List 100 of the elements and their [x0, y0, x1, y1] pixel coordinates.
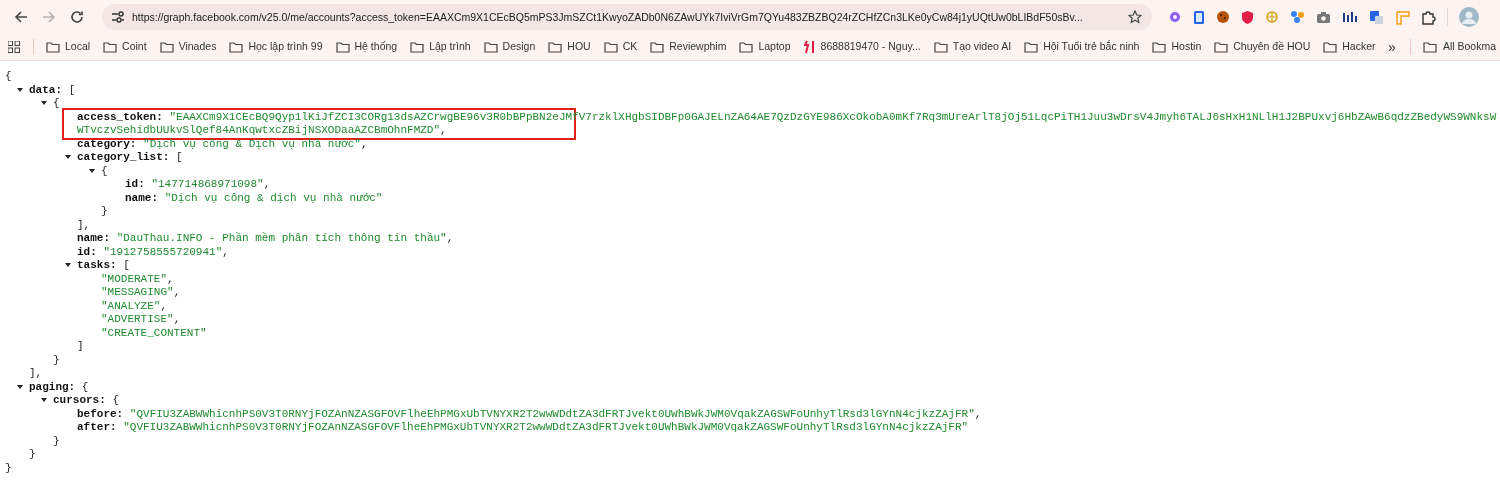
folder-icon [335, 41, 350, 53]
chart-icon[interactable] [1342, 10, 1358, 24]
json-bracket: { [101, 164, 108, 177]
document-icon[interactable] [1193, 9, 1205, 25]
json-string: "Dịch vụ công & Dịch vụ nhà nước" [143, 137, 361, 150]
json-bracket: { [81, 380, 89, 393]
bookmark-item[interactable]: CK [603, 39, 638, 55]
address-bar[interactable]: https://graph.facebook.com/v25.0/me/accounts?access_token=EAAXCm9X1CEcBQ5mPS3JmSZCt1KwyoZADb0N6ZAwUYk7IviVrGm7QYu483ZBZBQ24rZCHfZCn3LKe0yCw84j1yUQtUw0bLIBdF50sBv... [102, 4, 1152, 30]
folder-icon [46, 41, 60, 53]
json-bracket: ], [29, 367, 43, 379]
bookmark-item[interactable]: Local [46, 39, 91, 55]
json-string: "MESSAGING" [101, 286, 174, 298]
molecule-icon[interactable] [1290, 10, 1305, 24]
json-bracket: [ [176, 151, 183, 163]
json-key: id: [125, 178, 145, 190]
json-bracket: } [53, 353, 60, 366]
json-key: cursors: [53, 394, 106, 406]
collapse-toggle-icon[interactable] [17, 383, 23, 390]
bookmark-star-icon[interactable] [1128, 10, 1142, 24]
json-bracket: [ [123, 259, 130, 271]
json-bracket: } [29, 448, 36, 460]
folder-icon [229, 41, 244, 53]
json-punctuation: , [263, 178, 271, 190]
json-punctuation: , [167, 272, 174, 285]
folder-icon [1214, 41, 1229, 53]
json-key: data: [29, 83, 62, 96]
folder-icon [1024, 41, 1039, 53]
translate-icon[interactable] [1369, 9, 1384, 25]
bookmark-item[interactable]: Chuyên đề HOU [1214, 39, 1311, 55]
all-bookmarks-item[interactable]: All Bookma [1422, 39, 1496, 55]
bookmark-item[interactable]: Hacker [1323, 39, 1376, 55]
bookmark-item[interactable]: Vinades [159, 39, 217, 55]
json-key: name: [125, 191, 158, 204]
folder-icon [103, 41, 118, 53]
json-punctuation: , [360, 137, 368, 150]
collapse-toggle-icon[interactable] [65, 262, 71, 268]
folder-icon [603, 41, 618, 53]
json-punctuation: , [446, 232, 454, 244]
json-string: "QVFIU3ZABWWhicnhPS0V3T0RNYjFOZAnNZASGFOVFlheEhPMGxUbTVNYXR2T2wwWDdtZA3dFRTJvekt0UWhBWkJWM0VqakZAGSWFoUnhyTlRsd3lGYnN4cjkzZAjFR" [123, 421, 969, 433]
json-key: category: [77, 137, 137, 150]
site-settings-icon[interactable] [110, 9, 126, 25]
bookmark-item[interactable]: Reviewphim [650, 39, 727, 55]
json-string: "147714868971098" [151, 178, 264, 190]
json-bracket: { [5, 70, 12, 82]
folder-icon [1152, 41, 1167, 53]
json-bracket: } [5, 461, 12, 474]
bookmark-item[interactable]: HOU [548, 39, 591, 55]
apps-icon[interactable] [8, 41, 20, 53]
bookmark-item[interactable]: Hostin [1152, 39, 1202, 55]
json-string: "QVFIU3ZABWWhicnhPS0V3T0RNYjFOZAnNZASGFOVFlheEhPMGxUbTVNYXR2T2wwWDdtZA3dFRTJvekt0UWhBWkJWM0VqakZAGSWFoUnhyTlRsd3lGYnN4cjkzZAjFR" [129, 407, 975, 420]
folder-icon [1422, 41, 1437, 53]
back-icon[interactable] [14, 10, 28, 24]
bookmark-item[interactable]: Design [483, 39, 536, 55]
collapse-toggle-icon[interactable] [65, 154, 71, 160]
site-icon [803, 40, 816, 54]
json-string: "MODERATE" [101, 272, 167, 285]
bookmark-item[interactable]: Lập trình [410, 39, 471, 55]
extensions-icon[interactable] [1421, 9, 1436, 25]
json-string: "DauThau.INFO - Phần mềm phân tích thông tin thầu" [116, 232, 447, 244]
reload-icon[interactable] [70, 10, 84, 24]
folder-icon [483, 41, 498, 53]
json-key: category_list: [77, 151, 170, 163]
json-string: "1912758555720941" [103, 245, 223, 258]
json-string: "CREATE_CONTENT" [101, 326, 207, 339]
bookmark-item[interactable]: Hệ thống [335, 39, 398, 55]
folder-icon [933, 41, 948, 53]
json-key: after: [77, 421, 117, 433]
collapse-toggle-icon[interactable] [41, 397, 47, 403]
json-bracket: ] [77, 340, 84, 352]
json-key: name: [77, 232, 110, 244]
bookmark-item[interactable]: Học lập trình 99 [229, 39, 323, 55]
json-key: paging: [29, 380, 76, 393]
json-punctuation: , [222, 245, 229, 258]
json-string: "Dịch vụ công & dịch vụ nhà nước" [164, 191, 383, 204]
json-string: "ANALYZE" [101, 299, 161, 312]
bookmark-item[interactable]: Coint [103, 39, 147, 55]
folder-icon [1323, 41, 1338, 53]
bookmark-item[interactable]: Laptop [739, 39, 791, 55]
folder-icon [159, 41, 174, 53]
cookie-icon[interactable] [1216, 10, 1230, 24]
folder-icon [650, 41, 665, 53]
bookmark-item[interactable]: Tạo video AI [933, 39, 1012, 55]
json-bracket: ], [77, 218, 91, 231]
json-bracket: { [53, 97, 60, 109]
folder-icon [739, 41, 754, 53]
json-string: "ADVERTISE" [101, 313, 174, 325]
json-punctuation: , [173, 286, 181, 298]
collapse-toggle-icon[interactable] [17, 86, 23, 93]
bookmark-item[interactable]: Hội Tuổi trẻ bắc ninh [1024, 39, 1140, 55]
shield-icon[interactable] [1241, 9, 1254, 25]
json-bracket: [ [68, 83, 76, 96]
camera-icon[interactable] [1316, 10, 1331, 24]
collapse-toggle-icon[interactable] [89, 167, 95, 174]
json-punctuation: , [160, 299, 168, 312]
json-key: id: [77, 245, 97, 258]
bookmark-item[interactable]: 8688819470 - Nguy... [803, 39, 921, 55]
folder-icon [410, 41, 425, 53]
collapse-toggle-icon[interactable] [41, 100, 47, 106]
more-bookmarks-button[interactable]: » [1388, 36, 1396, 58]
json-punctuation: , [974, 407, 982, 420]
